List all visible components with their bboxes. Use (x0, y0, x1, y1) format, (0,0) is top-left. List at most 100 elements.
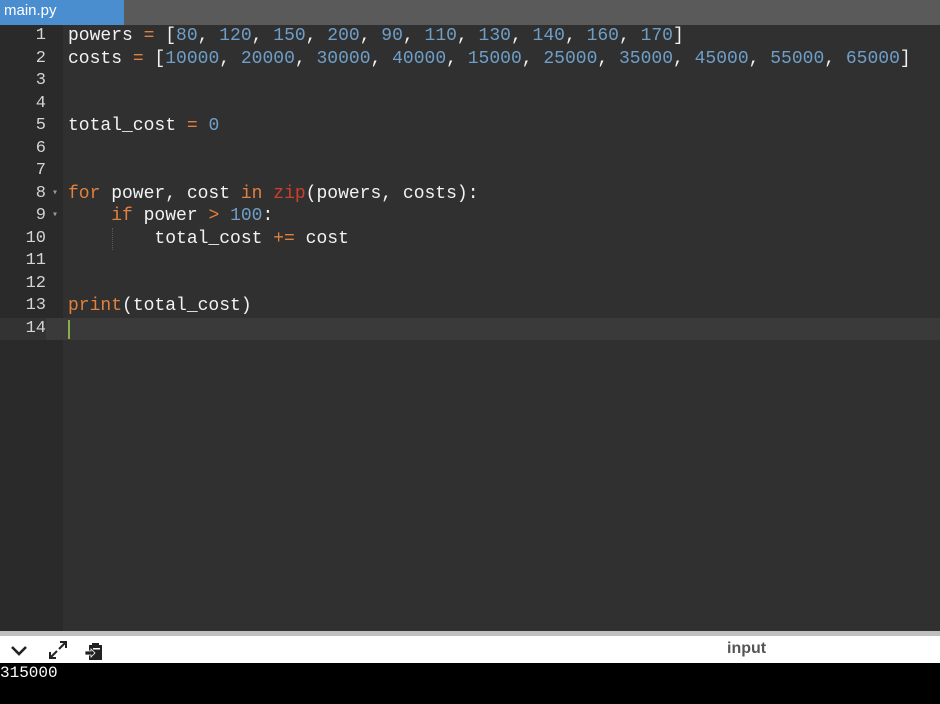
expand-icon[interactable] (47, 639, 69, 661)
code-line[interactable]: 3 (0, 70, 940, 93)
code-builtin: print (68, 296, 123, 316)
code-number: 65000 (845, 48, 900, 69)
code-number: 55000 (770, 48, 825, 69)
code-text: total_cost = 0 (68, 115, 219, 138)
code-identifier: (total_cost) (122, 296, 252, 316)
code-text: powers = [80, 120, 150, 200, 90, 110, 13… (68, 25, 684, 48)
chevron-down-icon[interactable] (8, 639, 30, 661)
code-number: 170 (640, 26, 673, 46)
paste-icon[interactable] (84, 639, 106, 661)
code-number: 40000 (392, 48, 447, 69)
code-number: 110 (424, 26, 457, 46)
code-separator: , (294, 48, 317, 69)
console-output: 315000 (0, 663, 940, 704)
code-bracket: [ (154, 48, 166, 69)
code-number: 45000 (694, 48, 749, 69)
line-number: 13 (25, 296, 46, 315)
code-identifier: power, cost (100, 183, 241, 204)
code-operator: = (132, 26, 166, 46)
code-number: 20000 (240, 48, 295, 69)
line-number: 7 (35, 161, 46, 180)
code-bracket: ] (672, 26, 684, 46)
code-number: 10000 (165, 48, 220, 69)
code-separator: , (370, 48, 393, 69)
code-line[interactable]: 2 costs = [10000, 20000, 30000, 40000, 15… (0, 48, 940, 71)
code-keyword: if (111, 206, 133, 226)
code-builtin: zip (273, 183, 306, 204)
code-separator: , (359, 26, 382, 46)
code-editor[interactable]: 1 powers = [80, 120, 150, 200, 90, 110, 1… (0, 25, 940, 631)
code-line[interactable]: 6 (0, 138, 940, 161)
code-separator: , (673, 48, 695, 69)
line-number: 5 (35, 116, 46, 135)
code-number: 90 (381, 26, 403, 46)
code-operator: = (122, 48, 155, 69)
code-identifier: powers (68, 26, 133, 46)
code-line[interactable]: 4 (0, 93, 940, 116)
console-toolbar: input (0, 636, 940, 663)
input-label[interactable]: input (727, 640, 766, 658)
code-keyword: for (68, 183, 101, 204)
code-line[interactable]: 10 total_cost += cost (0, 227, 940, 250)
line-number: 4 (35, 93, 46, 113)
code-text: costs = [10000, 20000, 30000, 40000, 150… (68, 48, 911, 71)
code-separator: , (251, 26, 274, 46)
line-number: 2 (35, 48, 46, 68)
code-line[interactable]: 14 (0, 317, 940, 340)
line-number: 14 (0, 317, 46, 340)
code-identifier: total_cost (68, 116, 177, 136)
code-operator: += (273, 228, 295, 249)
console-output-text: 315000 (0, 664, 58, 682)
code-keyword: in (240, 183, 263, 204)
tab-bar: main.py (0, 0, 940, 25)
code-text: for power, cost in zip(powers, costs): (68, 183, 479, 206)
code-separator: , (446, 48, 468, 69)
line-number: 6 (35, 138, 46, 158)
code-number: 200 (327, 26, 360, 46)
code-identifier: total_cost (154, 228, 274, 249)
code-line[interactable]: 1 powers = [80, 120, 150, 200, 90, 110, 1… (0, 25, 940, 48)
code-separator: , (618, 26, 641, 46)
code-number: 35000 (618, 48, 673, 69)
code-separator: , (748, 48, 771, 69)
line-number: 9 (35, 206, 46, 225)
code-line[interactable]: 12 (0, 273, 940, 296)
code-line[interactable]: 9 ▾ if power > 100: (0, 205, 940, 228)
code-line[interactable]: 8 ▾ for power, cost in zip(powers, costs): (0, 183, 940, 206)
code-number: 130 (478, 26, 511, 46)
code-text: print(total_cost) (68, 295, 252, 318)
text-cursor (68, 319, 70, 339)
code-line[interactable]: 13 print(total_cost) (0, 295, 940, 318)
code-punct: : (262, 206, 274, 226)
code-number: 0 (208, 116, 220, 136)
line-number: 12 (25, 273, 46, 293)
code-separator: , (510, 26, 533, 46)
code-separator: , (564, 26, 587, 46)
code-identifier: costs (68, 48, 123, 69)
code-number: 150 (273, 26, 306, 46)
code-line[interactable]: 11 (0, 250, 940, 273)
code-number: 160 (586, 26, 619, 46)
code-operator: = (176, 116, 209, 136)
code-line[interactable]: 5 total_cost = 0 (0, 115, 940, 138)
line-number: 1 (35, 26, 46, 45)
code-separator: , (824, 48, 846, 69)
line-number: 8 (35, 183, 46, 203)
fold-arrow-icon[interactable]: ▾ (52, 183, 58, 206)
code-bracket: [ (165, 26, 177, 46)
code-separator: , (305, 26, 328, 46)
code-line[interactable]: 7 (0, 160, 940, 183)
code-number: 15000 (467, 48, 522, 69)
code-number: 140 (532, 26, 565, 46)
tab-main-py[interactable]: main.py (0, 0, 124, 25)
code-operator: > (208, 206, 220, 226)
code-number: 30000 (316, 48, 371, 69)
line-number: 10 (25, 228, 46, 248)
line-number: 11 (25, 251, 46, 270)
fold-arrow-icon[interactable]: ▾ (52, 205, 58, 228)
code-bracket: ] (899, 48, 911, 69)
